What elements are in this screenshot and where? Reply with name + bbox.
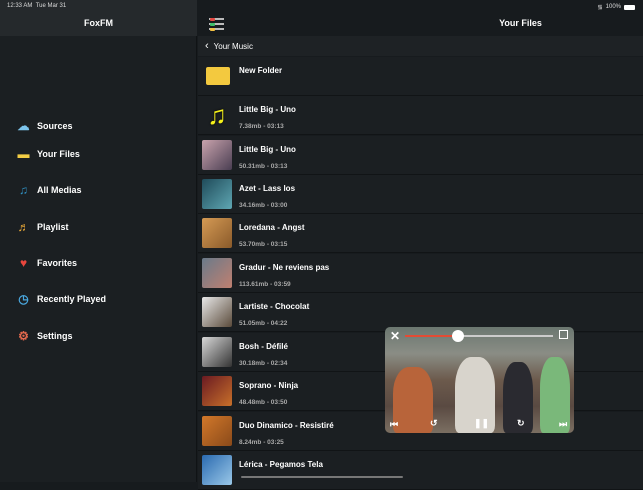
wifi-icon: ᯾ [597, 5, 603, 11]
video-thumbnail [202, 258, 232, 288]
video-thumbnail [202, 376, 232, 406]
sidebar-item-recently-played[interactable]: ◷ Recently Played [16, 292, 106, 306]
heart-icon: ♥ [19, 256, 28, 270]
status-time: 12:33 AM Tue Mar 31 [7, 3, 67, 9]
chevron-left-icon: ‹ [205, 40, 209, 52]
file-meta: 113.61mb - 03:59 [239, 281, 291, 288]
file-meta: 7.38mb - 03:13 [239, 123, 284, 130]
file-name: Azet - Lass los [239, 184, 296, 193]
skip-previous-icon[interactable]: ⏮ [390, 419, 398, 430]
playlist-icon: ♬ [17, 220, 30, 234]
video-player[interactable]: ✕ ⏮ ↺ ❚❚ ↻ ⏭ [385, 327, 574, 433]
skip-next-icon[interactable]: ⏭ [559, 419, 567, 430]
video-thumbnail [202, 140, 232, 170]
sidebar-item-label: Recently Played [37, 294, 107, 304]
file-meta: 34.16mb - 03:00 [239, 202, 288, 209]
app-title: FoxFM [84, 18, 113, 28]
sidebar-item-label: All Medias [37, 185, 82, 195]
page-title: Your Files [499, 18, 542, 28]
rewind-15-icon[interactable]: ↺ [430, 418, 438, 429]
music-folder-icon: ♫ [19, 183, 28, 197]
file-meta: 53.70mb - 03:15 [239, 241, 288, 248]
video-thumbnail [202, 297, 232, 327]
file-name: Bosh - Défilé [239, 342, 288, 351]
sidebar-item-favorites[interactable]: ♥ Favorites [16, 256, 77, 270]
battery-icon [624, 4, 635, 10]
file-name: Loredana - Angst [239, 223, 305, 232]
file-name: Little Big - Uno [239, 145, 296, 154]
pause-icon[interactable]: ❚❚ [474, 418, 489, 429]
back-label: Your Music [213, 41, 253, 51]
sidebar-item-label: Favorites [37, 258, 78, 268]
sidebar-header: 12:33 AM Tue Mar 31 FoxFM [0, 0, 197, 36]
gears-icon: ⚙ [18, 329, 29, 343]
folder-row[interactable]: New Folder [198, 57, 643, 96]
file-name: Gradur - Ne reviens pas [239, 263, 330, 272]
seek-knob[interactable] [452, 330, 465, 342]
back-button[interactable]: ‹ Your Music [198, 36, 643, 56]
file-row[interactable]: Little Big - Uno 50.31mb - 03:13 [198, 136, 643, 175]
forward-15-icon[interactable]: ↻ [517, 418, 525, 429]
status-bar-right: ᯾ 100% [598, 3, 635, 11]
file-name: Soprano - Ninja [239, 381, 299, 390]
file-name: Lérica - Pegamos Tela [239, 460, 323, 469]
clock-icon: ◷ [18, 292, 29, 306]
main-header: ᯾ 100% Your Files [198, 0, 643, 36]
file-meta: 51.05mb - 04:22 [239, 320, 288, 327]
cloud-download-icon: ☁ [17, 119, 30, 133]
sidebar-item-your-files[interactable]: ▬ Your Files [16, 147, 80, 161]
file-meta: 48.48mb - 03:50 [239, 399, 288, 406]
sidebar-item-label: Playlist [37, 222, 69, 232]
horizontal-scrollbar[interactable] [241, 476, 403, 478]
music-note-icon: ♫ [207, 100, 227, 130]
expand-icon[interactable] [559, 330, 568, 339]
file-meta: 30.18mb - 02:34 [239, 360, 288, 367]
sidebar-item-label: Settings [37, 331, 73, 341]
seek-slider[interactable] [405, 330, 553, 342]
file-name: Duo Dinamico - Resistiré [239, 421, 334, 430]
sidebar-item-label: Sources [37, 121, 73, 131]
sidebar-item-sources[interactable]: ☁ Sources [16, 119, 73, 133]
file-row[interactable]: Lérica - Pegamos Tela [198, 451, 643, 490]
file-row[interactable]: Loredana - Angst 53.70mb - 03:15 [198, 214, 643, 253]
close-icon[interactable]: ✕ [390, 329, 400, 343]
file-row[interactable]: Gradur - Ne reviens pas 113.61mb - 03:59 [198, 254, 643, 293]
file-row[interactable]: ♫ Little Big - Uno 7.38mb - 03:13 [198, 96, 643, 135]
file-row[interactable]: Azet - Lass los 34.16mb - 03:00 [198, 175, 643, 214]
sidebar-item-playlist[interactable]: ♬ Playlist [16, 220, 69, 234]
video-thumbnail [202, 416, 232, 446]
sidebar-item-all-medias[interactable]: ♫ All Medias [16, 183, 82, 197]
file-name: New Folder [239, 66, 283, 75]
sidebar-item-settings[interactable]: ⚙ Settings [16, 329, 73, 343]
video-thumbnail [202, 218, 232, 248]
file-name: Little Big - Uno [239, 105, 296, 114]
video-thumbnail [202, 179, 232, 209]
folder-icon [206, 67, 230, 85]
file-meta: 50.31mb - 03:13 [239, 163, 288, 170]
file-meta: 8.24mb - 03:25 [239, 439, 284, 446]
video-thumbnail [202, 455, 232, 485]
video-thumbnail [202, 337, 232, 367]
sidebar-item-label: Your Files [37, 149, 80, 159]
file-name: Lartiste - Chocolat [239, 302, 310, 311]
folder-icon: ▬ [17, 147, 30, 161]
sidebar: 12:33 AM Tue Mar 31 FoxFM ☁ Sources ▬ Your … [0, 0, 197, 482]
